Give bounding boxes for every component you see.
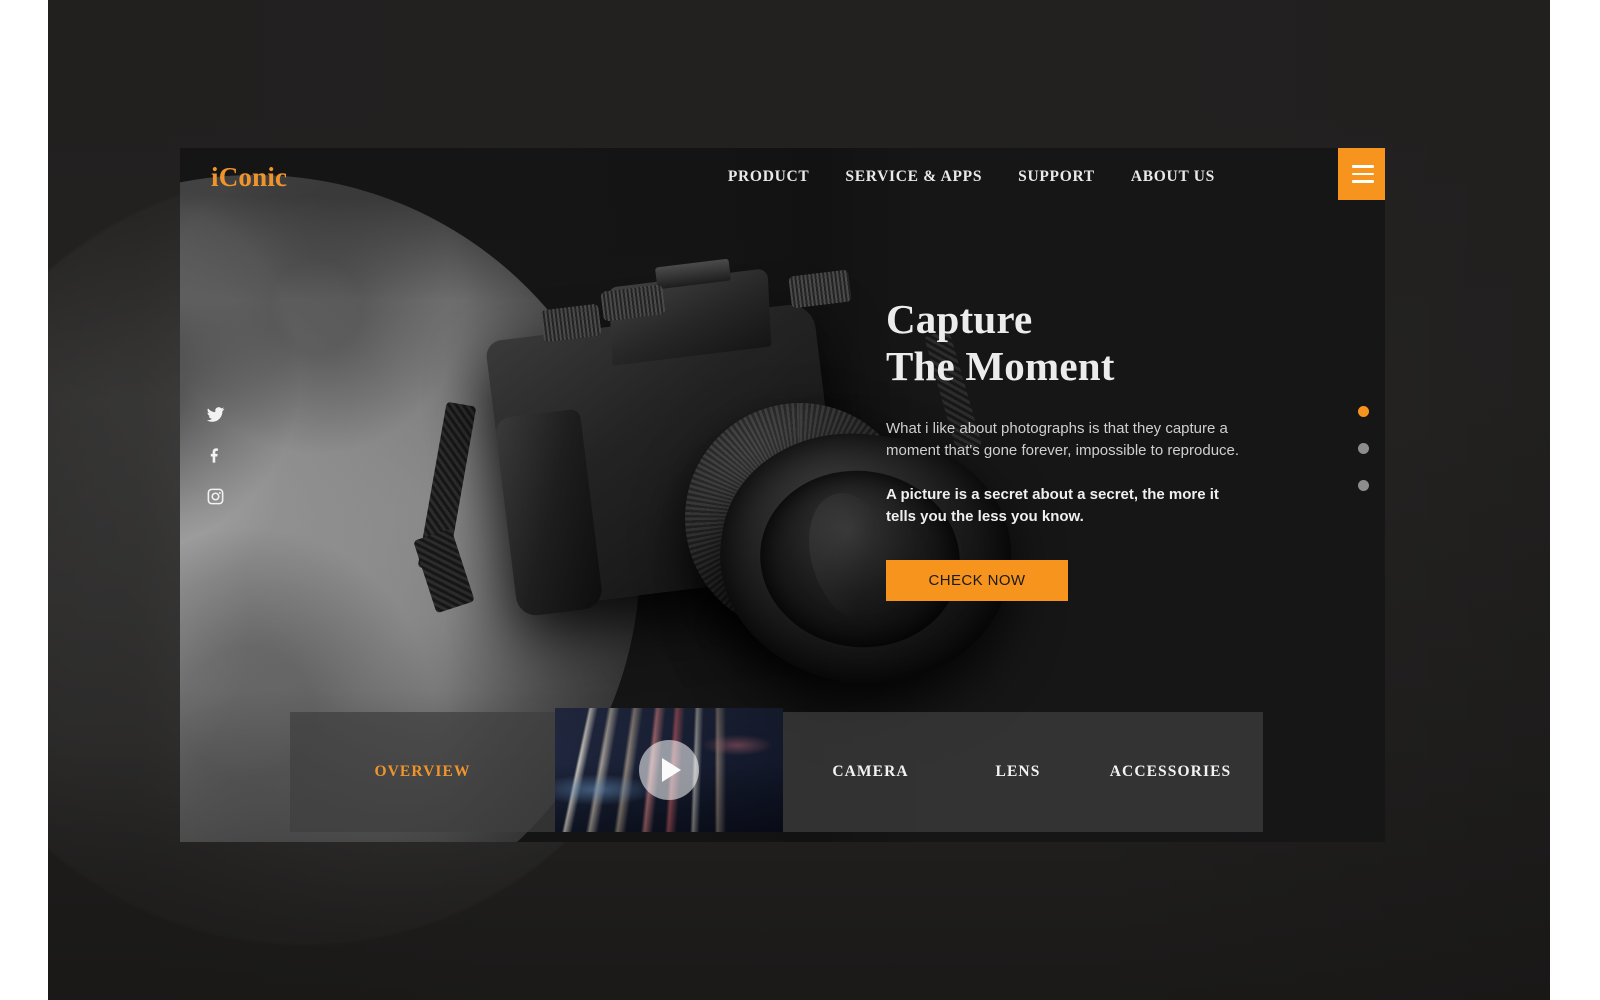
hamburger-bar	[1351, 165, 1374, 168]
nav-item-about-us[interactable]: ABOUT US	[1131, 168, 1215, 186]
carousel-pagination	[1358, 406, 1369, 491]
hamburger-bar	[1351, 172, 1374, 176]
site-header: iConic PRODUCT SERVICE & APPS SUPPORT AB…	[180, 148, 1385, 210]
play-triangle	[662, 758, 681, 782]
page-title: Capture The Moment	[886, 296, 1286, 390]
page-root: iConic PRODUCT SERVICE & APPS SUPPORT AB…	[0, 0, 1600, 1000]
play-icon[interactable]	[639, 740, 699, 800]
carousel-dot-1[interactable]	[1358, 406, 1369, 417]
hero-content: Capture The Moment What i like about pho…	[886, 296, 1286, 601]
carousel-dot-2[interactable]	[1358, 443, 1369, 454]
check-now-button[interactable]: CHECK NOW	[886, 560, 1068, 601]
hero-title-line-1: Capture	[886, 296, 1033, 342]
brand-logo[interactable]: iConic	[211, 162, 287, 193]
video-thumbnail[interactable]	[555, 708, 783, 832]
hero-paragraph-bold: A picture is a secret about a secret, th…	[886, 486, 1219, 525]
tab-lens[interactable]: LENS	[958, 712, 1078, 832]
hero-title-line-2: The Moment	[886, 343, 1115, 389]
category-tabbar: OVERVIEW CAMERA LENS ACCESSORIES	[290, 708, 1263, 832]
carousel-dot-3[interactable]	[1358, 480, 1369, 491]
social-links	[204, 403, 226, 507]
instagram-icon[interactable]	[204, 485, 226, 507]
twitter-icon[interactable]	[204, 403, 226, 425]
tab-overview[interactable]: OVERVIEW	[290, 712, 555, 832]
tab-accessories[interactable]: ACCESSORIES	[1078, 712, 1263, 832]
nav-item-service-apps[interactable]: SERVICE & APPS	[845, 168, 982, 186]
hamburger-bar	[1351, 180, 1374, 183]
main-navigation: PRODUCT SERVICE & APPS SUPPORT ABOUT US	[728, 168, 1215, 186]
hero-paragraph: What i like about photographs is that th…	[886, 420, 1240, 459]
nav-item-product[interactable]: PRODUCT	[728, 168, 810, 186]
hamburger-menu-icon[interactable]	[1338, 148, 1385, 200]
hero-card: iConic PRODUCT SERVICE & APPS SUPPORT AB…	[180, 148, 1385, 842]
facebook-icon[interactable]	[204, 444, 226, 466]
tab-camera[interactable]: CAMERA	[783, 712, 958, 832]
nav-item-support[interactable]: SUPPORT	[1018, 168, 1095, 186]
